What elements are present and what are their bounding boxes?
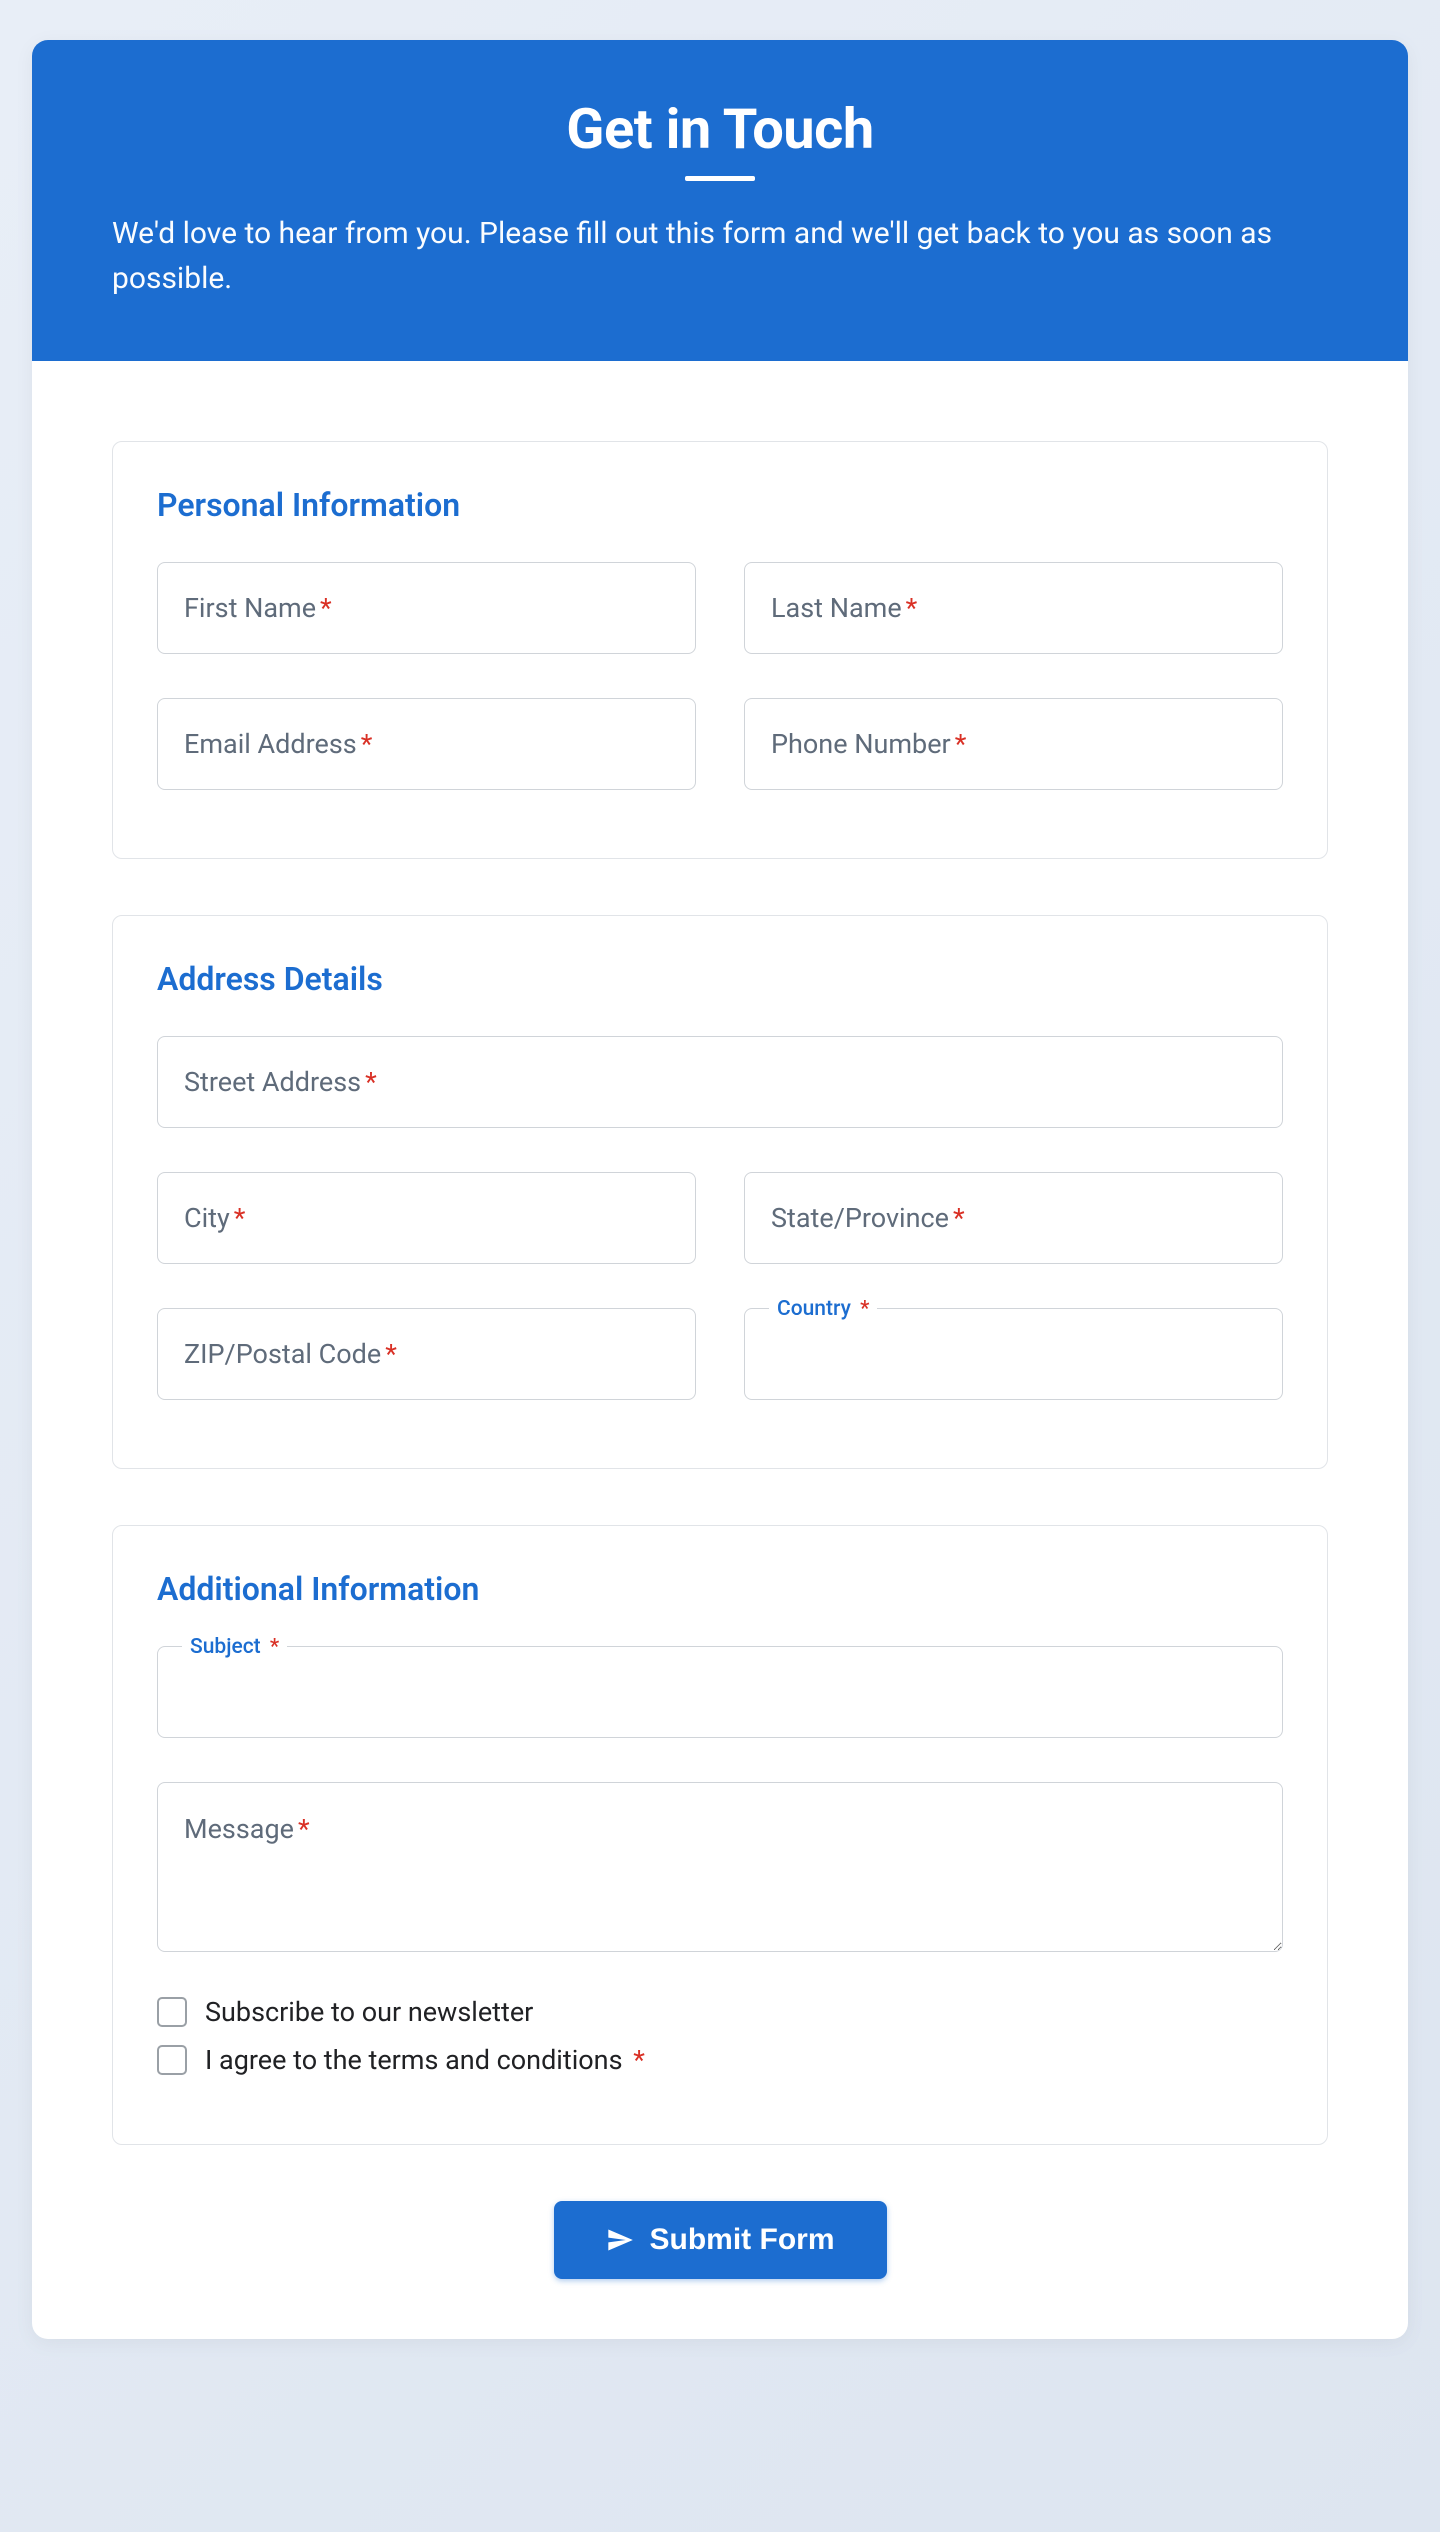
required-star: * [633, 2044, 645, 2076]
city-field[interactable]: City* [157, 1172, 696, 1264]
section-title-address: Address Details [157, 960, 1283, 998]
street-field[interactable]: Street Address* [157, 1036, 1283, 1128]
zip-input[interactable] [158, 1309, 695, 1399]
country-field[interactable]: Country * [744, 1308, 1283, 1400]
page-title: Get in Touch [112, 96, 1328, 162]
terms-label: I agree to the terms and conditions * [205, 2044, 645, 2076]
section-address: Address Details Street Address* City* [112, 915, 1328, 1469]
section-title-additional: Additional Information [157, 1570, 1283, 1608]
newsletter-checkbox[interactable] [157, 1997, 187, 2027]
section-title-personal: Personal Information [157, 486, 1283, 524]
message-input[interactable] [158, 1783, 1282, 1951]
card-body: Personal Information First Name* [32, 361, 1408, 2339]
subject-field[interactable]: Subject * [157, 1646, 1283, 1738]
phone-field[interactable]: Phone Number* [744, 698, 1283, 790]
street-input[interactable] [158, 1037, 1282, 1127]
last-name-input[interactable] [745, 563, 1282, 653]
country-input[interactable] [745, 1309, 1282, 1399]
submit-button[interactable]: Submit Form [554, 2201, 887, 2279]
newsletter-checkbox-row: Subscribe to our newsletter [157, 1996, 1283, 2028]
message-field[interactable]: Message* [157, 1782, 1283, 1952]
terms-checkbox-row: I agree to the terms and conditions * [157, 2044, 1283, 2076]
section-additional: Additional Information Subject * Message… [112, 1525, 1328, 2145]
last-name-field[interactable]: Last Name* [744, 562, 1283, 654]
phone-input[interactable] [745, 699, 1282, 789]
contact-form-card: Get in Touch We'd love to hear from you.… [32, 40, 1408, 2339]
title-underline [685, 176, 755, 181]
section-personal: Personal Information First Name* [112, 441, 1328, 859]
state-input[interactable] [745, 1173, 1282, 1263]
city-input[interactable] [158, 1173, 695, 1263]
send-icon [606, 2226, 634, 2254]
newsletter-label: Subscribe to our newsletter [205, 1996, 533, 2028]
zip-field[interactable]: ZIP/Postal Code* [157, 1308, 696, 1400]
page-subtitle: We'd love to hear from you. Please fill … [112, 211, 1328, 301]
terms-checkbox[interactable] [157, 2045, 187, 2075]
subject-input[interactable] [158, 1647, 1282, 1737]
email-field[interactable]: Email Address* [157, 698, 696, 790]
submit-button-label: Submit Form [650, 2223, 835, 2257]
first-name-input[interactable] [158, 563, 695, 653]
state-field[interactable]: State/Province* [744, 1172, 1283, 1264]
email-input[interactable] [158, 699, 695, 789]
card-header: Get in Touch We'd love to hear from you.… [32, 40, 1408, 361]
first-name-field[interactable]: First Name* [157, 562, 696, 654]
submit-row: Submit Form [112, 2201, 1328, 2279]
